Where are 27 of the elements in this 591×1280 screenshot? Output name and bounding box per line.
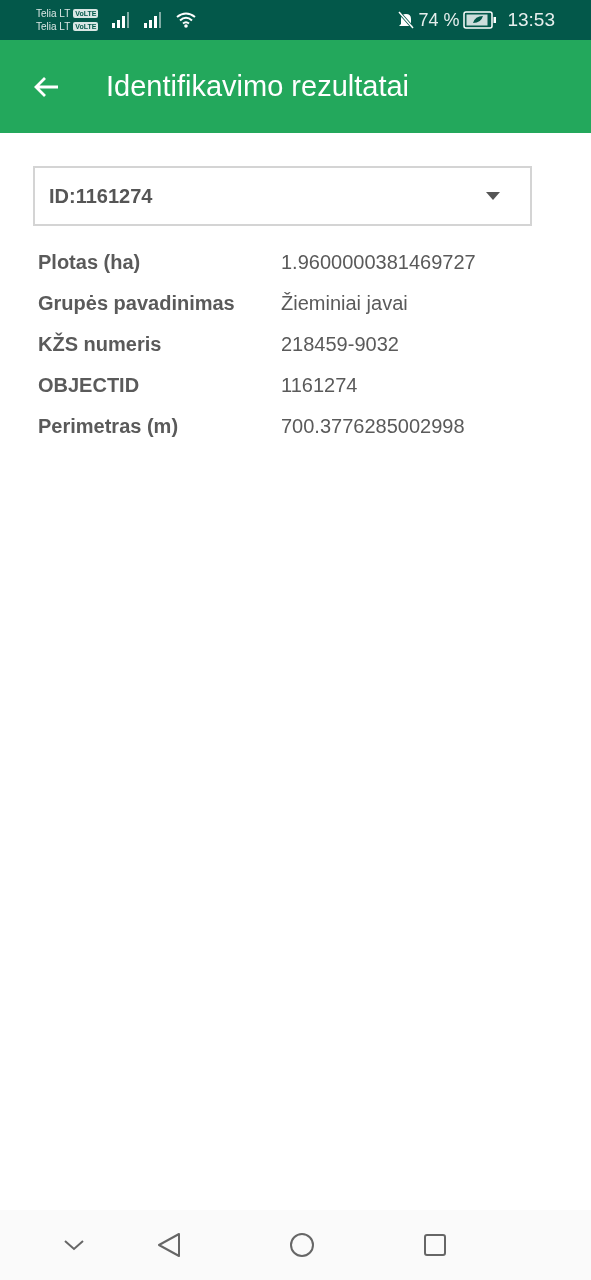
attribute-value: 1.9600000381469727 [281,250,476,275]
attribute-label: Grupės pavadinimas [38,291,236,316]
carrier-name: Telia LT [36,20,71,33]
recent-apps-icon[interactable] [423,1233,447,1257]
signal-icon [112,12,131,28]
attribute-label: OBJECTID [38,373,141,398]
back-arrow-icon [33,75,59,98]
chevron-down-icon[interactable] [63,1239,85,1251]
attribute-label: KŽS numeris [38,331,163,357]
home-icon[interactable] [289,1232,315,1258]
attribute-value: 1161274 [281,373,358,398]
attribute-label: Plotas (ha) [38,250,142,275]
attribute-value: 700.3776285002998 [281,414,465,439]
attribute-label: Perimetras (m) [38,414,180,439]
back-icon[interactable] [157,1232,181,1258]
battery-icon [463,11,498,29]
muted-bell-icon [398,11,415,29]
carrier-name: Telia LT [36,7,71,20]
dropdown-caret-icon [486,192,500,200]
attribute-value: 218459-9032 [281,332,399,357]
clock-time: 13:53 [507,7,555,32]
attribute-value: Žieminiai javai [281,291,408,316]
screen-title: Identifikavimo rezultatai [106,68,410,104]
id-dropdown[interactable]: ID:1161274 [33,166,532,226]
signal-icon [144,12,163,28]
wifi-icon [176,12,197,28]
battery-percent: 74 % [418,8,460,32]
